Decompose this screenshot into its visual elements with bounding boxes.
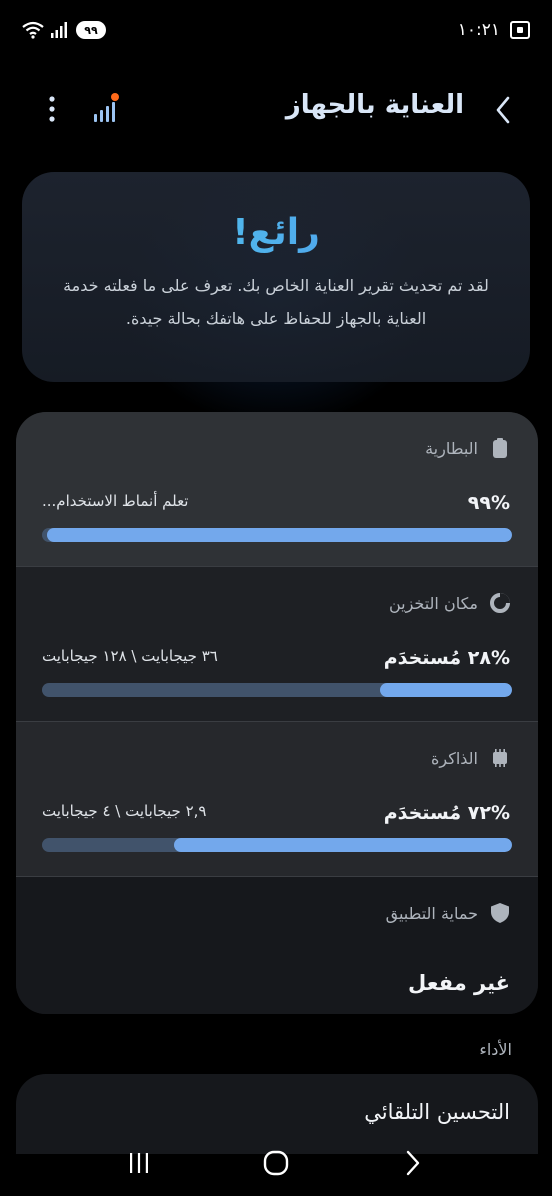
storage-value: %٢٨ مُستخدَم xyxy=(383,647,510,669)
status-time: ١٠:٢١ xyxy=(457,20,500,40)
storage-section[interactable]: مكان التخزين %٢٨ مُستخدَم ٣٦ جيجابايت \ … xyxy=(16,567,538,721)
memory-section[interactable]: الذاكرة %٧٢ مُستخدَم ٢,٩ جيجابايت \ ٤ جي… xyxy=(16,722,538,876)
recent-apps-button[interactable] xyxy=(119,1143,159,1183)
shield-icon xyxy=(490,903,510,923)
wifi-icon xyxy=(22,21,44,39)
page-title: العناية بالجهاز xyxy=(285,90,464,120)
navigation-bar xyxy=(0,1130,552,1196)
battery-progress-fill xyxy=(46,528,512,542)
battery-header: البطارية xyxy=(425,438,510,458)
battery-status: تعلم أنماط الاستخدام... xyxy=(42,492,189,510)
memory-header: الذاكرة xyxy=(431,748,510,768)
battery-indicator: ٩٩ xyxy=(76,21,106,39)
battery-icon xyxy=(490,438,510,458)
status-bar: ١٠:٢١ ٩٩ xyxy=(0,0,552,60)
home-icon xyxy=(263,1150,289,1176)
battery-section[interactable]: البطارية %٩٩ تعلم أنماط الاستخدام... xyxy=(16,412,538,566)
back-arrow-icon xyxy=(407,1150,420,1176)
cell-signal-icon xyxy=(51,22,67,38)
storage-detail: ٣٦ جيجابايت \ ١٢٨ جيجابايت xyxy=(42,647,218,665)
performance-heading: الأداء xyxy=(479,1040,512,1059)
app-header: العناية بالجهاز xyxy=(0,80,552,140)
auto-optimization-label: التحسين التلقائي xyxy=(364,1100,510,1124)
care-report-card: رائع! لقد تم تحديث تقرير العناية الخاص ب… xyxy=(22,172,530,382)
memory-detail: ٢,٩ جيجابايت \ ٤ جيجابايت xyxy=(42,802,207,820)
back-button[interactable] xyxy=(393,1143,433,1183)
memory-progress-bar xyxy=(42,838,512,852)
storage-progress-fill xyxy=(380,683,512,697)
more-vertical-icon[interactable] xyxy=(40,94,64,124)
signal-bars-icon[interactable] xyxy=(92,92,120,124)
battery-label: البطارية xyxy=(425,438,478,458)
app-protection-section[interactable]: حماية التطبيق غير مفعل xyxy=(16,877,538,1014)
hero-title: رائع! xyxy=(22,212,530,253)
battery-progress-bar xyxy=(42,528,512,542)
pie-chart-icon xyxy=(490,593,510,613)
home-button[interactable] xyxy=(256,1143,296,1183)
memory-value: %٧٢ مُستخدَم xyxy=(383,802,510,824)
memory-chip-icon xyxy=(490,748,510,768)
status-right: ١٠:٢١ xyxy=(458,20,530,40)
storage-header: مكان التخزين xyxy=(389,593,510,613)
battery-value: %٩٩ xyxy=(467,492,510,514)
status-left: ٩٩ xyxy=(22,21,106,39)
storage-label: مكان التخزين xyxy=(388,593,478,613)
device-status-card: البطارية %٩٩ تعلم أنماط الاستخدام... مكا… xyxy=(16,412,538,1014)
memory-label: الذاكرة xyxy=(431,748,478,768)
memory-progress-fill xyxy=(173,838,512,852)
app-protection-header: حماية التطبيق xyxy=(386,903,510,923)
recent-apps-icon xyxy=(129,1153,148,1173)
app-protection-value: غير مفعل xyxy=(407,971,510,995)
chevron-left-icon[interactable] xyxy=(492,94,514,126)
app-protection-label: حماية التطبيق xyxy=(385,903,478,923)
hero-description: لقد تم تحديث تقرير العناية الخاص بك. تعر… xyxy=(63,276,489,328)
screen-record-icon xyxy=(510,21,530,39)
storage-progress-bar xyxy=(42,683,512,697)
device-care-screen: ١٠:٢١ ٩٩ العناية بالجهاز رائع! لقد تم تح… xyxy=(0,0,552,1196)
